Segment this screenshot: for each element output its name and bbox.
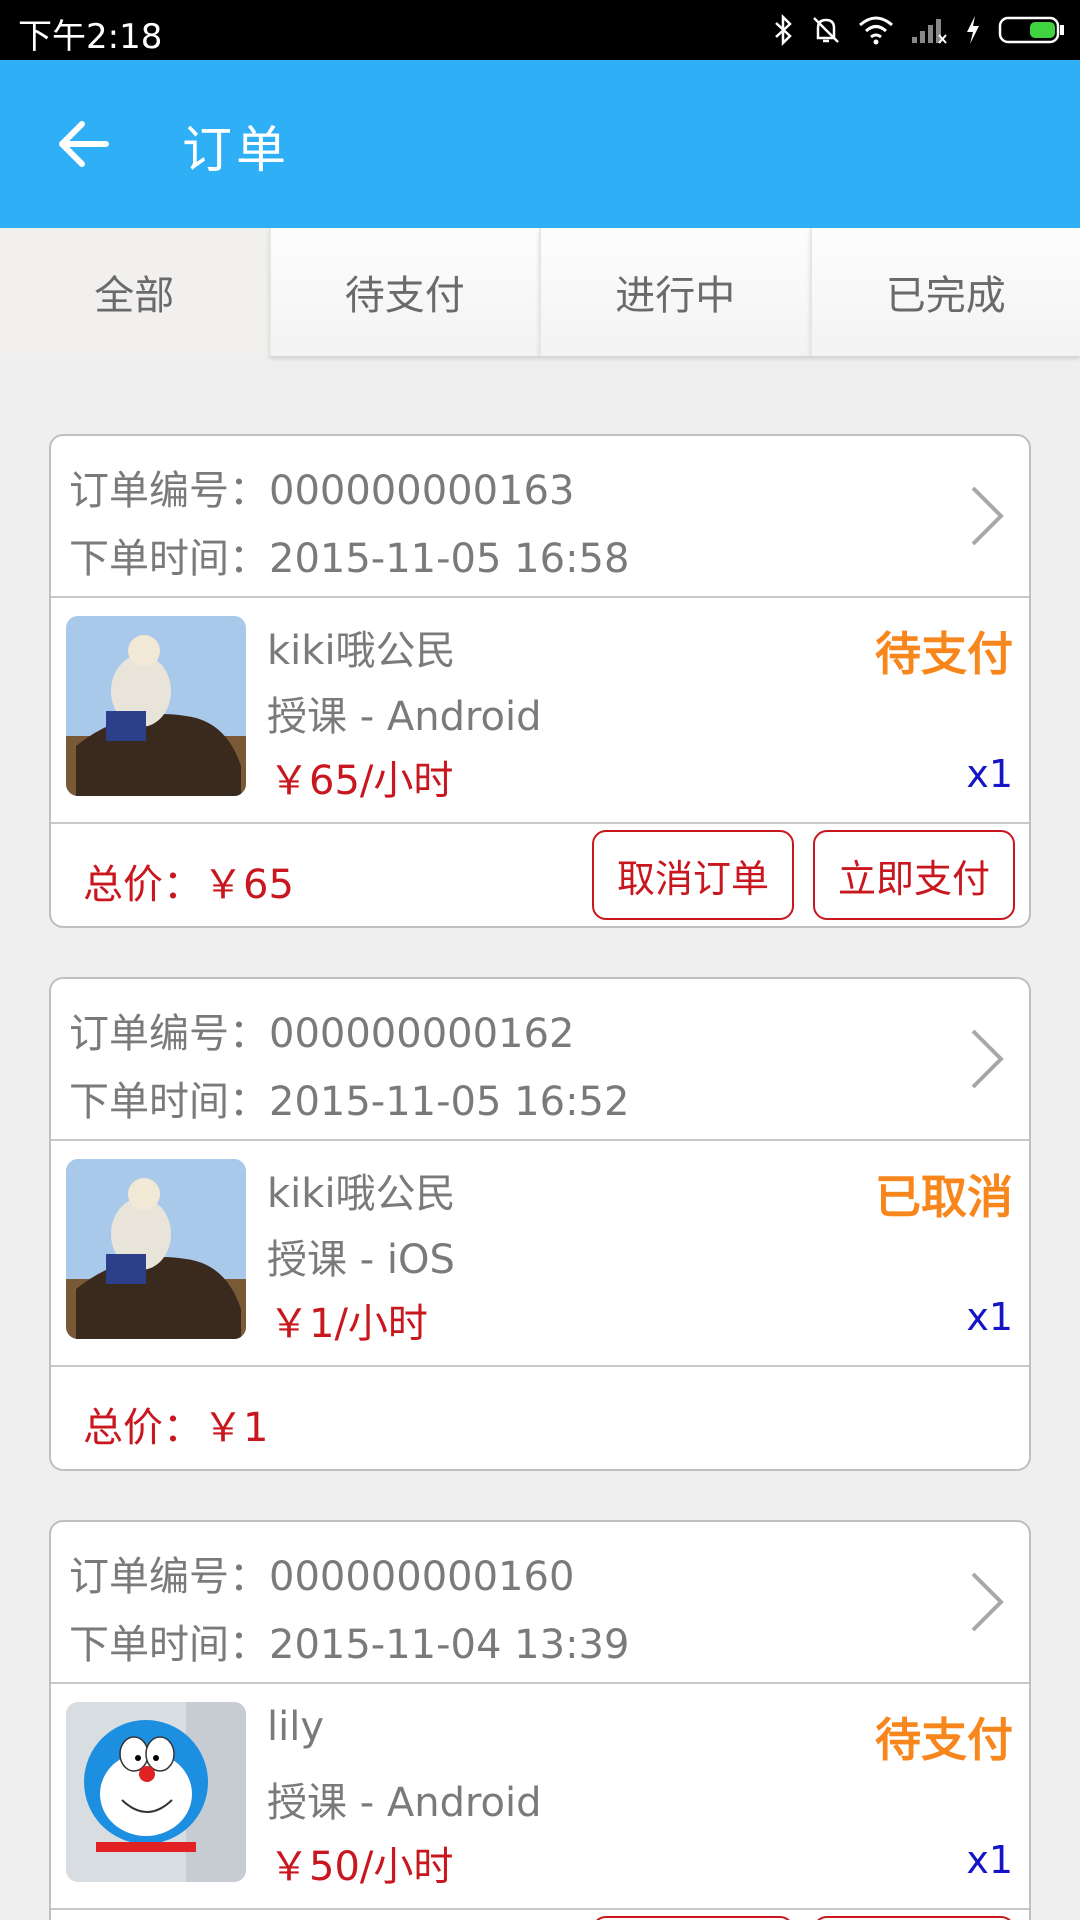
- order-card: 订单编号：000000000163 下单时间：2015-11-05 16:58 …: [49, 434, 1031, 928]
- wifi-icon: [858, 15, 894, 45]
- order-list[interactable]: 订单编号：000000000163 下单时间：2015-11-05 16:58 …: [0, 356, 1080, 1920]
- pay-now-button[interactable]: 立即支付: [813, 830, 1015, 920]
- order-card: 订单编号：000000000160 下单时间：2015-11-04 13:39: [49, 1520, 1031, 1920]
- teacher-avatar: [66, 616, 246, 796]
- tab-all[interactable]: 全部: [0, 228, 269, 356]
- cancel-order-button[interactable]: 取消订单: [592, 830, 794, 920]
- order-footer: 总价：￥65 取消订单 立即支付: [51, 824, 1029, 926]
- teacher-name: kiki哦公民: [267, 1171, 456, 1217]
- quantity: x1: [966, 1838, 1013, 1882]
- order-number: 订单编号：000000000163: [69, 468, 575, 514]
- teacher-avatar: [66, 1159, 246, 1339]
- order-footer: 总价：￥1: [51, 1367, 1029, 1469]
- cancel-order-button[interactable]: [592, 1916, 794, 1920]
- order-card: 订单编号：000000000162 下单时间：2015-11-05 16:52 …: [49, 977, 1031, 1471]
- order-time: 下单时间：2015-11-04 13:39: [69, 1622, 630, 1668]
- charging-icon: [964, 15, 982, 45]
- unit-price: ￥50/小时: [269, 1844, 454, 1890]
- chevron-right-icon: [971, 1029, 1004, 1089]
- order-header[interactable]: 订单编号：000000000163 下单时间：2015-11-05 16:58: [51, 436, 1029, 598]
- order-footer: [51, 1910, 1029, 1920]
- total-price: 总价：￥1: [83, 1405, 269, 1451]
- order-item: lily 授课 - Android ￥50/小时 待支付 x1: [51, 1684, 1029, 1910]
- pay-now-button[interactable]: [813, 1916, 1015, 1920]
- battery-icon: [998, 15, 1066, 45]
- teacher-avatar: [66, 1702, 246, 1882]
- bluetooth-icon: [774, 14, 794, 46]
- signal-icon: [910, 15, 948, 45]
- order-time: 下单时间：2015-11-05 16:52: [69, 1079, 630, 1125]
- order-header[interactable]: 订单编号：000000000162 下单时间：2015-11-05 16:52: [51, 979, 1029, 1141]
- course-name: 授课 - iOS: [267, 1237, 455, 1283]
- total-price: 总价：￥65: [83, 862, 294, 908]
- teacher-name: kiki哦公民: [267, 628, 456, 674]
- order-header[interactable]: 订单编号：000000000160 下单时间：2015-11-04 13:39: [51, 1522, 1029, 1684]
- order-number: 订单编号：000000000160: [69, 1554, 575, 1600]
- app-bar: 订单: [0, 60, 1080, 228]
- tab-bar: 全部 待支付 进行中 已完成: [0, 228, 1080, 356]
- chevron-right-icon: [971, 1572, 1004, 1632]
- order-status: 待支付: [875, 1713, 1013, 1767]
- order-status: 已取消: [875, 1170, 1013, 1224]
- course-name: 授课 - Android: [267, 694, 542, 740]
- back-button[interactable]: [56, 116, 112, 172]
- status-bar: 下午2:18: [0, 0, 1080, 60]
- tab-in-progress[interactable]: 进行中: [539, 228, 810, 356]
- course-name: 授课 - Android: [267, 1780, 542, 1826]
- teacher-name: lily: [267, 1704, 325, 1750]
- status-time: 下午2:18: [18, 17, 163, 57]
- tab-pending-payment[interactable]: 待支付: [268, 228, 539, 356]
- order-time: 下单时间：2015-11-05 16:58: [69, 536, 630, 582]
- back-arrow-icon: [59, 121, 109, 167]
- quantity: x1: [966, 1295, 1013, 1339]
- tab-completed[interactable]: 已完成: [809, 228, 1080, 356]
- order-item: kiki哦公民 授课 - iOS ￥1/小时 已取消 x1: [51, 1141, 1029, 1367]
- unit-price: ￥1/小时: [269, 1301, 428, 1347]
- order-status: 待支付: [875, 627, 1013, 681]
- page-title: 订单: [182, 121, 290, 179]
- chevron-right-icon: [971, 486, 1004, 546]
- quantity: x1: [966, 752, 1013, 796]
- muted-bell-icon: [810, 14, 842, 46]
- order-item: kiki哦公民 授课 - Android ￥65/小时 待支付 x1: [51, 598, 1029, 824]
- unit-price: ￥65/小时: [269, 758, 454, 804]
- status-icons: [774, 12, 1066, 48]
- order-number: 订单编号：000000000162: [69, 1011, 575, 1057]
